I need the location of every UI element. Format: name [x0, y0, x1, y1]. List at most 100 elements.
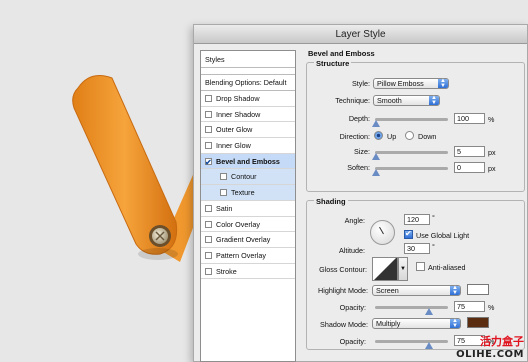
style-select[interactable]: Pillow Emboss ▲ ▼: [373, 78, 449, 89]
sidebar-item-checkbox[interactable]: [205, 142, 212, 150]
sidebar-item-pattern-overlay[interactable]: Pattern Overlay: [201, 248, 295, 264]
soften-label: Soften:: [347, 163, 370, 172]
layer-style-dialog: Layer Style Styles Blending Options: Def…: [193, 24, 528, 362]
angle-label: Angle:: [344, 216, 365, 225]
sidebar-item-label: Texture: [231, 188, 255, 198]
sidebar-item-checkbox[interactable]: [205, 267, 212, 275]
soften-slider-knob[interactable]: [372, 169, 380, 176]
highlight-opacity-label: Opacity:: [339, 303, 366, 312]
sidebar-item-drop-shadow[interactable]: Drop Shadow: [201, 91, 295, 107]
anti-aliased-checkbox[interactable]: [416, 262, 425, 271]
sidebar-item-outer-glow[interactable]: Outer Glow: [201, 122, 295, 139]
gloss-contour-preview[interactable]: [372, 257, 398, 281]
highlight-mode-select[interactable]: Screen ▲ ▼: [372, 285, 461, 296]
sidebar-item-bevel-and-emboss[interactable]: Bevel and Emboss: [201, 153, 295, 170]
direction-down-label: Down: [418, 132, 437, 141]
sidebar-item-label: Stroke: [216, 266, 237, 276]
sidebar-item-label: Inner Glow: [216, 141, 251, 151]
angle-field[interactable]: 120: [404, 214, 430, 225]
technique-select[interactable]: Smooth ▲ ▼: [373, 95, 440, 106]
highlight-opacity-track[interactable]: [375, 306, 448, 309]
soften-field[interactable]: 0: [454, 162, 485, 173]
sidebar-item-label: Outer Glow: [216, 125, 253, 135]
screw-icon: [149, 225, 171, 247]
depth-slider-knob[interactable]: [372, 120, 380, 127]
sidebar-item-checkbox[interactable]: [220, 189, 227, 197]
direction-up-label: Up: [387, 132, 397, 141]
sidebar-item-label: Drop Shadow: [216, 94, 260, 103]
sidebar-item-checkbox[interactable]: [205, 95, 212, 102]
sidebar-item-label: Color Overlay: [216, 219, 260, 229]
soften-unit: px: [488, 164, 496, 173]
size-slider-track[interactable]: [375, 151, 448, 154]
sidebar-item-label: Inner Shadow: [216, 109, 261, 119]
style-label: Style:: [352, 79, 370, 88]
global-light-label: Use Global Light: [416, 231, 470, 240]
select-arrows-icon: ▲ ▼: [450, 285, 460, 296]
anti-aliased-label: Anti-aliased: [428, 263, 466, 272]
global-light-checkbox[interactable]: [404, 229, 413, 239]
angle-unit: °: [432, 213, 435, 222]
select-arrows-icon: ▲ ▼: [450, 318, 460, 329]
watermark: 活力盒子 OLIHE.COM: [456, 333, 524, 360]
shadow-opacity-knob[interactable]: [425, 342, 433, 349]
sidebar-item-checkbox[interactable]: [205, 204, 212, 212]
highlight-color-swatch[interactable]: [467, 284, 489, 295]
watermark-url: OLIHE.COM: [456, 349, 524, 360]
sidebar-item-checkbox[interactable]: [205, 251, 212, 259]
gloss-contour-label: Gloss Contour:: [319, 265, 367, 274]
highlight-opacity-knob[interactable]: [425, 308, 433, 315]
sidebar-item-checkbox[interactable]: [205, 155, 212, 170]
shading-title: Shading: [314, 197, 348, 206]
size-label: Size:: [354, 147, 370, 156]
sidebar-item-checkbox[interactable]: [205, 110, 212, 118]
section-title: Bevel and Emboss: [308, 49, 375, 58]
sidebar-item-label: Pattern Overlay: [216, 250, 266, 260]
sidebar-header-styles[interactable]: Styles: [201, 51, 295, 68]
soften-slider-track[interactable]: [375, 167, 448, 170]
highlight-mode-label: Highlight Mode:: [318, 286, 368, 295]
sidebar-item-color-overlay[interactable]: Color Overlay: [201, 217, 295, 233]
sidebar-blending-options[interactable]: Blending Options: Default: [201, 74, 295, 91]
size-field[interactable]: 5: [454, 146, 485, 157]
altitude-label: Altitude:: [339, 246, 365, 255]
depth-unit: %: [488, 115, 495, 124]
dialog-title: Layer Style: [194, 25, 527, 44]
altitude-field[interactable]: 30: [404, 243, 430, 254]
highlight-opacity-field[interactable]: 75: [454, 301, 485, 312]
sidebar-item-label: Bevel and Emboss: [216, 156, 280, 166]
watermark-chinese: 活力盒子: [480, 335, 524, 348]
angle-dial[interactable]: [370, 220, 395, 245]
technique-label: Technique:: [335, 96, 370, 105]
depth-field[interactable]: 100: [454, 113, 485, 124]
sidebar-item-stroke[interactable]: Stroke: [201, 264, 295, 280]
chevron-down-icon[interactable]: ▼: [398, 257, 408, 281]
sidebar-item-label: Contour: [231, 172, 257, 182]
sidebar-item-checkbox[interactable]: [205, 236, 212, 244]
sidebar-item-inner-shadow[interactable]: Inner Shadow: [201, 107, 295, 123]
highlight-opacity-unit: %: [488, 303, 495, 312]
sidebar-item-checkbox[interactable]: [220, 173, 227, 181]
sidebar-item-contour[interactable]: Contour: [201, 169, 295, 186]
sidebar-item-texture[interactable]: Texture: [201, 185, 295, 201]
direction-down-radio[interactable]: [405, 131, 414, 140]
select-arrows-icon: ▲ ▼: [429, 95, 439, 106]
shadow-opacity-label: Opacity:: [339, 337, 366, 346]
shadow-color-swatch[interactable]: [467, 317, 489, 328]
sidebar-item-label: Satin: [216, 203, 233, 213]
size-slider-knob[interactable]: [372, 153, 380, 160]
depth-slider-track[interactable]: [375, 118, 448, 121]
sidebar-item-label: Gradient Overlay: [216, 235, 271, 245]
sidebar-item-inner-glow[interactable]: Inner Glow: [201, 138, 295, 154]
shadow-opacity-track[interactable]: [375, 340, 448, 343]
shadow-mode-select[interactable]: Multiply ▲ ▼: [372, 318, 461, 329]
sidebar-item-satin[interactable]: Satin: [201, 201, 295, 217]
size-unit: px: [488, 148, 496, 157]
direction-up-radio[interactable]: [374, 131, 383, 140]
altitude-unit: °: [432, 242, 435, 251]
structure-title: Structure: [314, 59, 352, 68]
styles-sidebar: Styles Blending Options: Default Drop Sh…: [200, 50, 296, 362]
sidebar-item-checkbox[interactable]: [205, 220, 212, 228]
sidebar-item-checkbox[interactable]: [205, 126, 212, 134]
sidebar-item-gradient-overlay[interactable]: Gradient Overlay: [201, 232, 295, 248]
